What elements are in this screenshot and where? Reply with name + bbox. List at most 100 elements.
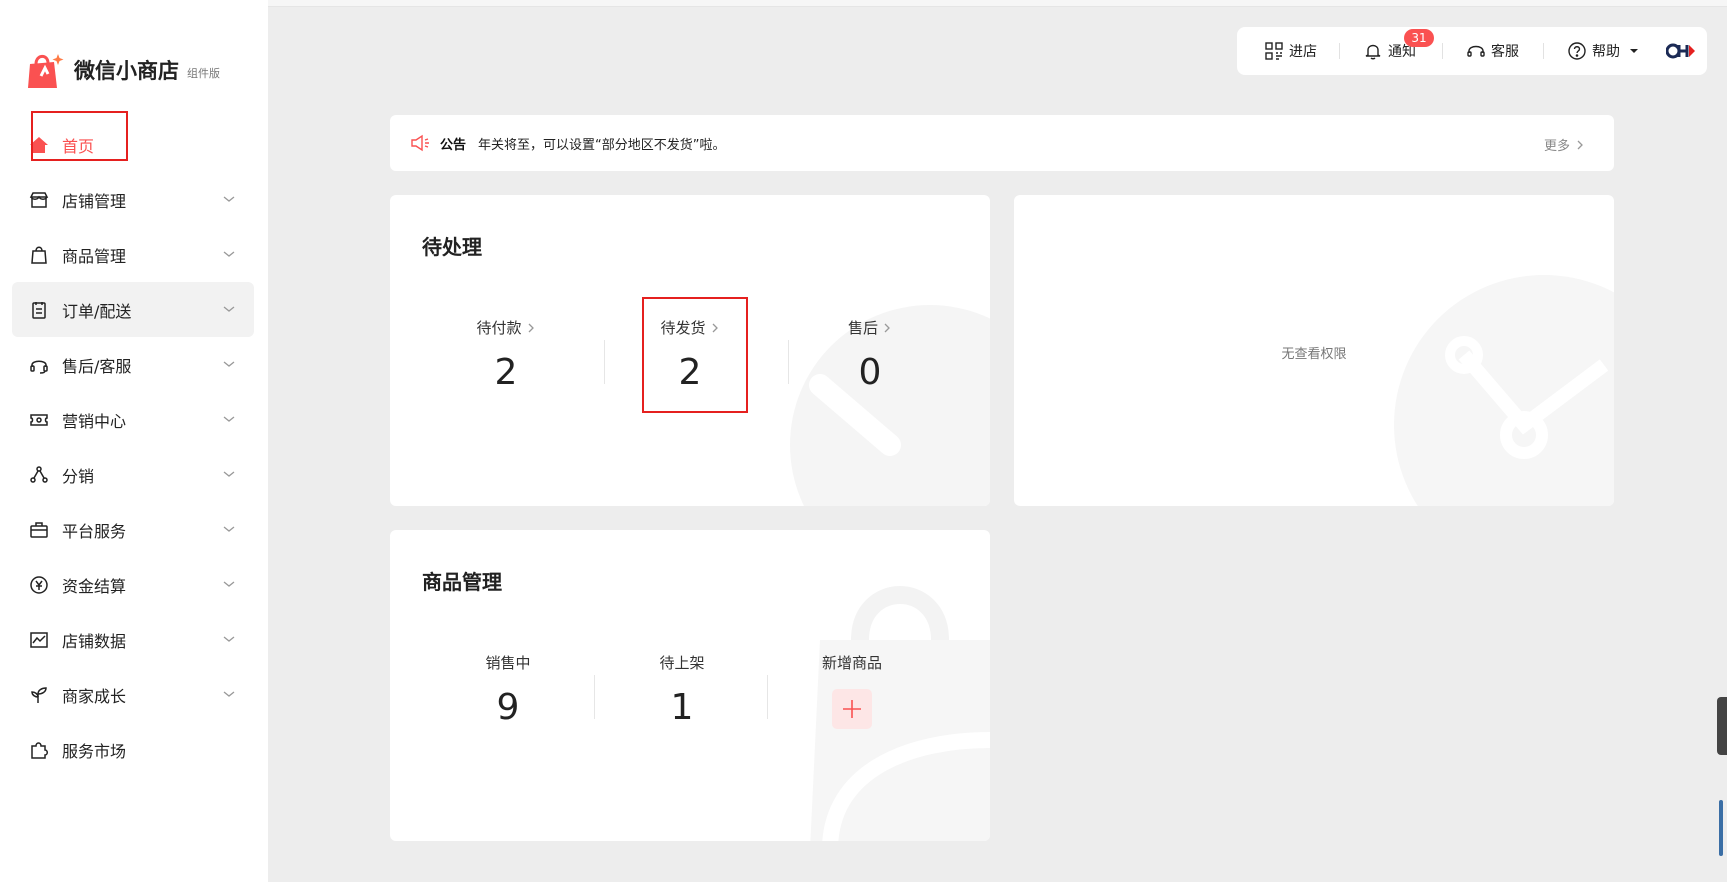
- chevron-down-icon: [223, 196, 235, 202]
- bell-icon: [1365, 44, 1381, 60]
- sidebar: 微信小商店 组件版 首页 店铺管理 商品管理 订单/配送 售后/客服 营销中心 …: [0, 0, 268, 882]
- goods-title: 商品管理: [422, 570, 502, 594]
- chevron-right-icon: [884, 323, 890, 332]
- home-icon: [28, 134, 50, 156]
- notify-count-badge: 31: [1404, 29, 1434, 47]
- sidebar-item-orders[interactable]: 订单/配送: [12, 282, 254, 337]
- ticket-icon: [28, 409, 50, 431]
- toolbar-divider: [1442, 43, 1443, 59]
- chevron-right-icon: [1577, 140, 1583, 149]
- help-label: 帮助: [1592, 44, 1620, 60]
- stat-divider: [604, 340, 605, 384]
- sidebar-item-label: 服务市场: [62, 741, 127, 761]
- megaphone-icon: [411, 134, 429, 152]
- announcement-text[interactable]: 年关将至，可以设置“部分地区不发货”啦。: [478, 134, 725, 153]
- sidebar-item-marketing[interactable]: 营销中心: [12, 392, 254, 447]
- sidebar-item-growth[interactable]: 商家成长: [12, 667, 254, 722]
- enter-store-button[interactable]: 进店: [1265, 41, 1317, 61]
- goods-card: 商品管理 销售中 9 待上架 1 新增商品: [390, 530, 990, 841]
- sidebar-item-market[interactable]: 服务市场: [12, 722, 254, 777]
- chevron-down-icon: [223, 251, 235, 257]
- sidebar-item-distribution[interactable]: 分销: [12, 447, 254, 502]
- stat-label-text: 售后: [847, 319, 878, 337]
- side-widget-handle[interactable]: [1717, 697, 1727, 755]
- pending-aftersale[interactable]: 售后 0: [800, 317, 940, 393]
- no-permission-text: 无查看权限: [1281, 347, 1347, 362]
- stat-label: 待发货: [620, 317, 760, 338]
- sidebar-item-store[interactable]: 店铺管理: [12, 172, 254, 227]
- stat-value: 1: [670, 687, 694, 728]
- sidebar-item-goods[interactable]: 商品管理: [12, 227, 254, 282]
- account-logo-icon: [1666, 43, 1695, 59]
- shop-bag-logo-icon: [28, 54, 64, 88]
- sidebar-item-label: 商家成长: [62, 686, 127, 706]
- sidebar-item-data[interactable]: 店铺数据: [12, 612, 254, 667]
- stat-label: 新增商品: [821, 654, 882, 672]
- chevron-down-icon: [223, 691, 235, 697]
- sidebar-item-aftersale[interactable]: 售后/客服: [12, 337, 254, 392]
- chevron-down-icon: [223, 416, 235, 422]
- brand-tag: 组件版: [187, 67, 220, 80]
- headset-icon: [28, 354, 50, 376]
- stat-divider: [594, 675, 595, 719]
- service-button[interactable]: 客服: [1467, 41, 1519, 61]
- sidebar-item-label: 营销中心: [62, 411, 127, 431]
- sidebar-item-label: 店铺管理: [62, 191, 127, 211]
- pending-unpaid[interactable]: 待付款 2: [436, 317, 576, 393]
- sidebar-item-platform[interactable]: 平台服务: [12, 502, 254, 557]
- pending-card: 待处理 待付款 2 待发货 2 售后 0: [390, 195, 990, 506]
- brand-name: 微信小商店: [74, 59, 179, 83]
- sidebar-item-funds[interactable]: 资金结算: [12, 557, 254, 612]
- stat-label-text: 待付款: [476, 319, 522, 337]
- goods-on-sale[interactable]: 销售中 9: [438, 652, 578, 728]
- enter-store-label: 进店: [1289, 44, 1317, 60]
- stat-label: 销售中: [485, 654, 531, 672]
- sidebar-item-label: 店铺数据: [62, 631, 127, 651]
- stat-label-text: 待发货: [660, 319, 706, 337]
- brand[interactable]: 微信小商店 组件版: [24, 48, 220, 92]
- announcement-bar: 公告 年关将至，可以设置“部分地区不发货”啦。 更多: [390, 115, 1614, 171]
- chevron-down-icon: [223, 306, 235, 312]
- stat-divider: [788, 340, 789, 384]
- sidebar-item-label: 分销: [62, 466, 95, 486]
- help-button[interactable]: 帮助: [1568, 41, 1640, 61]
- chevron-right-icon: [528, 323, 534, 332]
- headset-icon: [1467, 45, 1485, 57]
- top-toolbar: 进店 通知 31 客服 帮助: [1237, 27, 1707, 75]
- sidebar-item-label: 商品管理: [62, 246, 127, 266]
- announcement-more-link[interactable]: 更多: [1544, 135, 1586, 154]
- chevron-down-icon: [223, 361, 235, 367]
- sidebar-item-label: 资金结算: [62, 576, 127, 596]
- side-widget-bar[interactable]: [1719, 800, 1723, 856]
- add-goods-button[interactable]: [832, 689, 872, 729]
- goods-pending-listing[interactable]: 待上架 1: [612, 652, 752, 728]
- sidebar-item-label: 平台服务: [62, 521, 127, 541]
- qr-code-icon: [1265, 42, 1283, 60]
- goods-add-new[interactable]: 新增商品: [782, 652, 922, 729]
- pending-title: 待处理: [422, 235, 482, 259]
- announcement-title: 公告: [440, 137, 467, 153]
- share-nodes-icon: [28, 464, 50, 486]
- sidebar-item-home[interactable]: 首页: [12, 117, 254, 172]
- chevron-down-icon: [223, 526, 235, 532]
- permission-card: 无查看权限: [1014, 195, 1614, 506]
- yen-icon: [28, 574, 50, 596]
- stat-value: 0: [858, 352, 882, 393]
- pending-to-ship[interactable]: 待发货 2: [620, 317, 760, 393]
- chevron-down-icon: [223, 471, 235, 477]
- sidebar-item-label: 首页: [62, 136, 95, 156]
- toolbar-divider: [1543, 43, 1544, 59]
- stat-label: 待付款: [436, 317, 576, 338]
- stat-divider: [767, 675, 768, 719]
- toolbar-divider: [1339, 43, 1340, 59]
- chart-icon: [28, 629, 50, 651]
- account-avatar[interactable]: [1666, 41, 1696, 61]
- sidebar-item-label: 售后/客服: [62, 356, 132, 376]
- stat-label: 待上架: [659, 654, 705, 672]
- sidebar-nav: 首页 店铺管理 商品管理 订单/配送 售后/客服 营销中心 分销 平台服务 资金…: [12, 117, 254, 777]
- puzzle-icon: [28, 739, 50, 761]
- chevron-down-icon: [223, 581, 235, 587]
- plus-icon: [843, 700, 861, 718]
- notify-button[interactable]: 通知 31: [1364, 29, 1434, 61]
- stat-value: 9: [496, 687, 520, 728]
